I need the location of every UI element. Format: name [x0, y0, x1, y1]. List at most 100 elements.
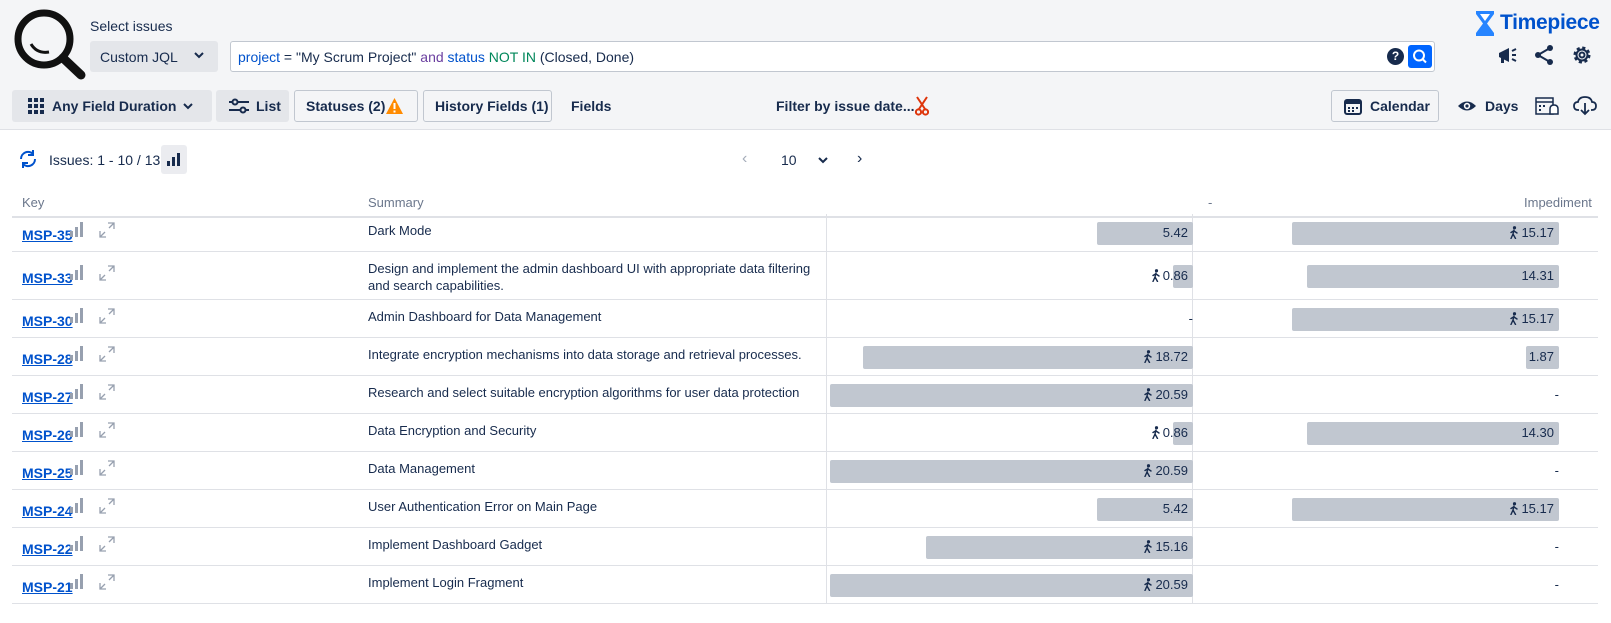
next-page-button[interactable]: ›	[857, 150, 862, 168]
issue-key-link[interactable]: MSP-22	[22, 541, 73, 557]
bar-chart-icon[interactable]	[70, 498, 86, 513]
no-status-duration-value: 20.59	[1143, 463, 1188, 478]
column-header-key[interactable]: Key	[22, 195, 44, 210]
no-status-duration-text: 5.42	[1162, 501, 1188, 516]
bar-chart-icon[interactable]	[70, 422, 86, 437]
expand-icon[interactable]	[98, 383, 116, 401]
history-fields-button[interactable]: History Fields (1)	[423, 90, 552, 122]
issue-key-link[interactable]: MSP-27	[22, 389, 73, 405]
column-header-impediment[interactable]: Impediment	[1524, 195, 1592, 210]
magnifier-logo-icon	[14, 9, 86, 80]
eye-icon[interactable]	[1457, 97, 1477, 115]
jql-query-input[interactable]: project = "My Scrum Project" and status …	[230, 41, 1435, 72]
expand-icon[interactable]	[98, 221, 116, 239]
search-button[interactable]	[1408, 45, 1432, 68]
jql-token-keyword: and	[416, 48, 448, 65]
report-type-button[interactable]: Any Field Duration	[12, 90, 212, 122]
issue-key-link[interactable]: MSP-35	[22, 227, 73, 243]
scissors-icon[interactable]	[915, 96, 929, 116]
sliders-icon	[229, 98, 249, 114]
expand-icon[interactable]	[98, 497, 116, 515]
column-divider	[826, 414, 827, 451]
expand-icon[interactable]	[98, 307, 116, 325]
bar-chart-icon[interactable]	[70, 346, 86, 361]
bar-chart-icon[interactable]	[70, 574, 86, 589]
brand-name: Timepiece	[1500, 11, 1600, 34]
column-header-no-status[interactable]: -	[1208, 195, 1212, 210]
expand-icon[interactable]	[98, 264, 116, 282]
issue-key-link[interactable]: MSP-33	[22, 270, 73, 286]
table-row: MSP-26 Data Encryption and Security 0.86 14…	[12, 414, 1598, 452]
page-size-value[interactable]: 10	[781, 152, 797, 168]
column-divider	[826, 528, 827, 565]
bar-chart-icon[interactable]	[70, 222, 86, 237]
expand-icon[interactable]	[98, 459, 116, 477]
bar-chart-icon[interactable]	[70, 384, 86, 399]
bar-chart-icon	[167, 153, 180, 166]
issue-summary: Research and select suitable encryption …	[368, 385, 800, 400]
refresh-icon[interactable]	[18, 149, 38, 169]
table-row: MSP-24 User Authentication Error on Main …	[12, 490, 1598, 528]
no-status-duration-text: 15.16	[1155, 539, 1188, 554]
issue-key-link[interactable]: MSP-25	[22, 465, 73, 481]
issue-summary: Integrate encryption mechanisms into dat…	[368, 347, 802, 362]
expand-icon[interactable]	[98, 573, 116, 591]
header: Select issues Custom JQL project = "My S…	[0, 0, 1611, 130]
walking-person-icon	[1144, 464, 1153, 477]
statuses-button[interactable]: Statuses (2)	[294, 90, 418, 122]
filter-by-issue-date-button[interactable]: Filter by issue date...	[776, 98, 915, 114]
jql-mode-select[interactable]: Custom JQL	[90, 41, 218, 72]
list-label: List	[256, 98, 281, 114]
impediment-duration-value: 1.87	[1529, 349, 1554, 364]
history-fields-label: History Fields (1)	[435, 98, 549, 114]
jql-token-field: status	[447, 48, 485, 65]
gear-icon[interactable]	[1570, 43, 1594, 67]
issue-key-link[interactable]: MSP-28	[22, 351, 73, 367]
help-icon[interactable]: ?	[1387, 48, 1404, 65]
no-status-duration-text: 0.86	[1162, 268, 1188, 283]
no-status-duration-value: 5.42	[1163, 501, 1188, 516]
table-row: MSP-30 Admin Dashboard for Data Managemen…	[12, 300, 1598, 338]
bar-chart-icon[interactable]	[70, 265, 86, 280]
column-divider	[826, 566, 827, 603]
issue-key-link[interactable]: MSP-24	[22, 503, 73, 519]
calendar-alert-icon[interactable]	[1535, 96, 1559, 116]
column-divider	[826, 300, 827, 337]
issue-summary: Design and implement the admin dashboard…	[368, 261, 811, 293]
bar-chart-icon[interactable]	[70, 536, 86, 551]
fields-button[interactable]: Fields	[571, 98, 611, 114]
no-status-duration-text: 5.42	[1162, 225, 1188, 240]
days-toggle[interactable]: Days	[1485, 98, 1518, 114]
column-divider	[826, 376, 827, 413]
list-button[interactable]: List	[216, 90, 289, 122]
impediment-duration-text: 15.17	[1521, 501, 1554, 516]
cloud-download-icon[interactable]	[1573, 96, 1597, 116]
issue-summary: Data Management	[368, 461, 475, 476]
issue-key-link[interactable]: MSP-21	[22, 579, 73, 595]
expand-icon[interactable]	[98, 421, 116, 439]
impediment-duration-empty: -	[1554, 463, 1559, 478]
jql-token-keyword: NOT IN	[484, 48, 536, 65]
issue-key-link[interactable]: MSP-26	[22, 427, 73, 443]
issue-key-link[interactable]: MSP-30	[22, 313, 73, 329]
chevron-down-icon[interactable]	[816, 153, 830, 167]
no-status-duration-value: 15.16	[1143, 539, 1188, 554]
calendar-button[interactable]: Calendar	[1331, 90, 1439, 122]
table-row: MSP-22 Implement Dashboard Gadget 15.16 -	[12, 528, 1598, 566]
bar-chart-icon[interactable]	[70, 308, 86, 323]
column-divider	[826, 252, 827, 299]
chart-toggle-button[interactable]	[161, 145, 187, 174]
issues-count: Issues: 1 - 10 / 13	[49, 152, 161, 168]
bar-chart-icon[interactable]	[70, 460, 86, 475]
megaphone-icon[interactable]	[1495, 43, 1519, 67]
column-divider	[826, 214, 827, 251]
walking-person-icon	[1144, 388, 1153, 401]
share-icon[interactable]	[1532, 43, 1556, 67]
no-status-duration-bar	[830, 459, 1193, 483]
chevron-down-icon	[194, 52, 204, 59]
column-header-summary[interactable]: Summary	[368, 195, 424, 210]
previous-page-button[interactable]: ‹	[742, 150, 747, 168]
expand-icon[interactable]	[98, 535, 116, 553]
expand-icon[interactable]	[98, 345, 116, 363]
no-status-duration-text: 18.72	[1155, 349, 1188, 364]
